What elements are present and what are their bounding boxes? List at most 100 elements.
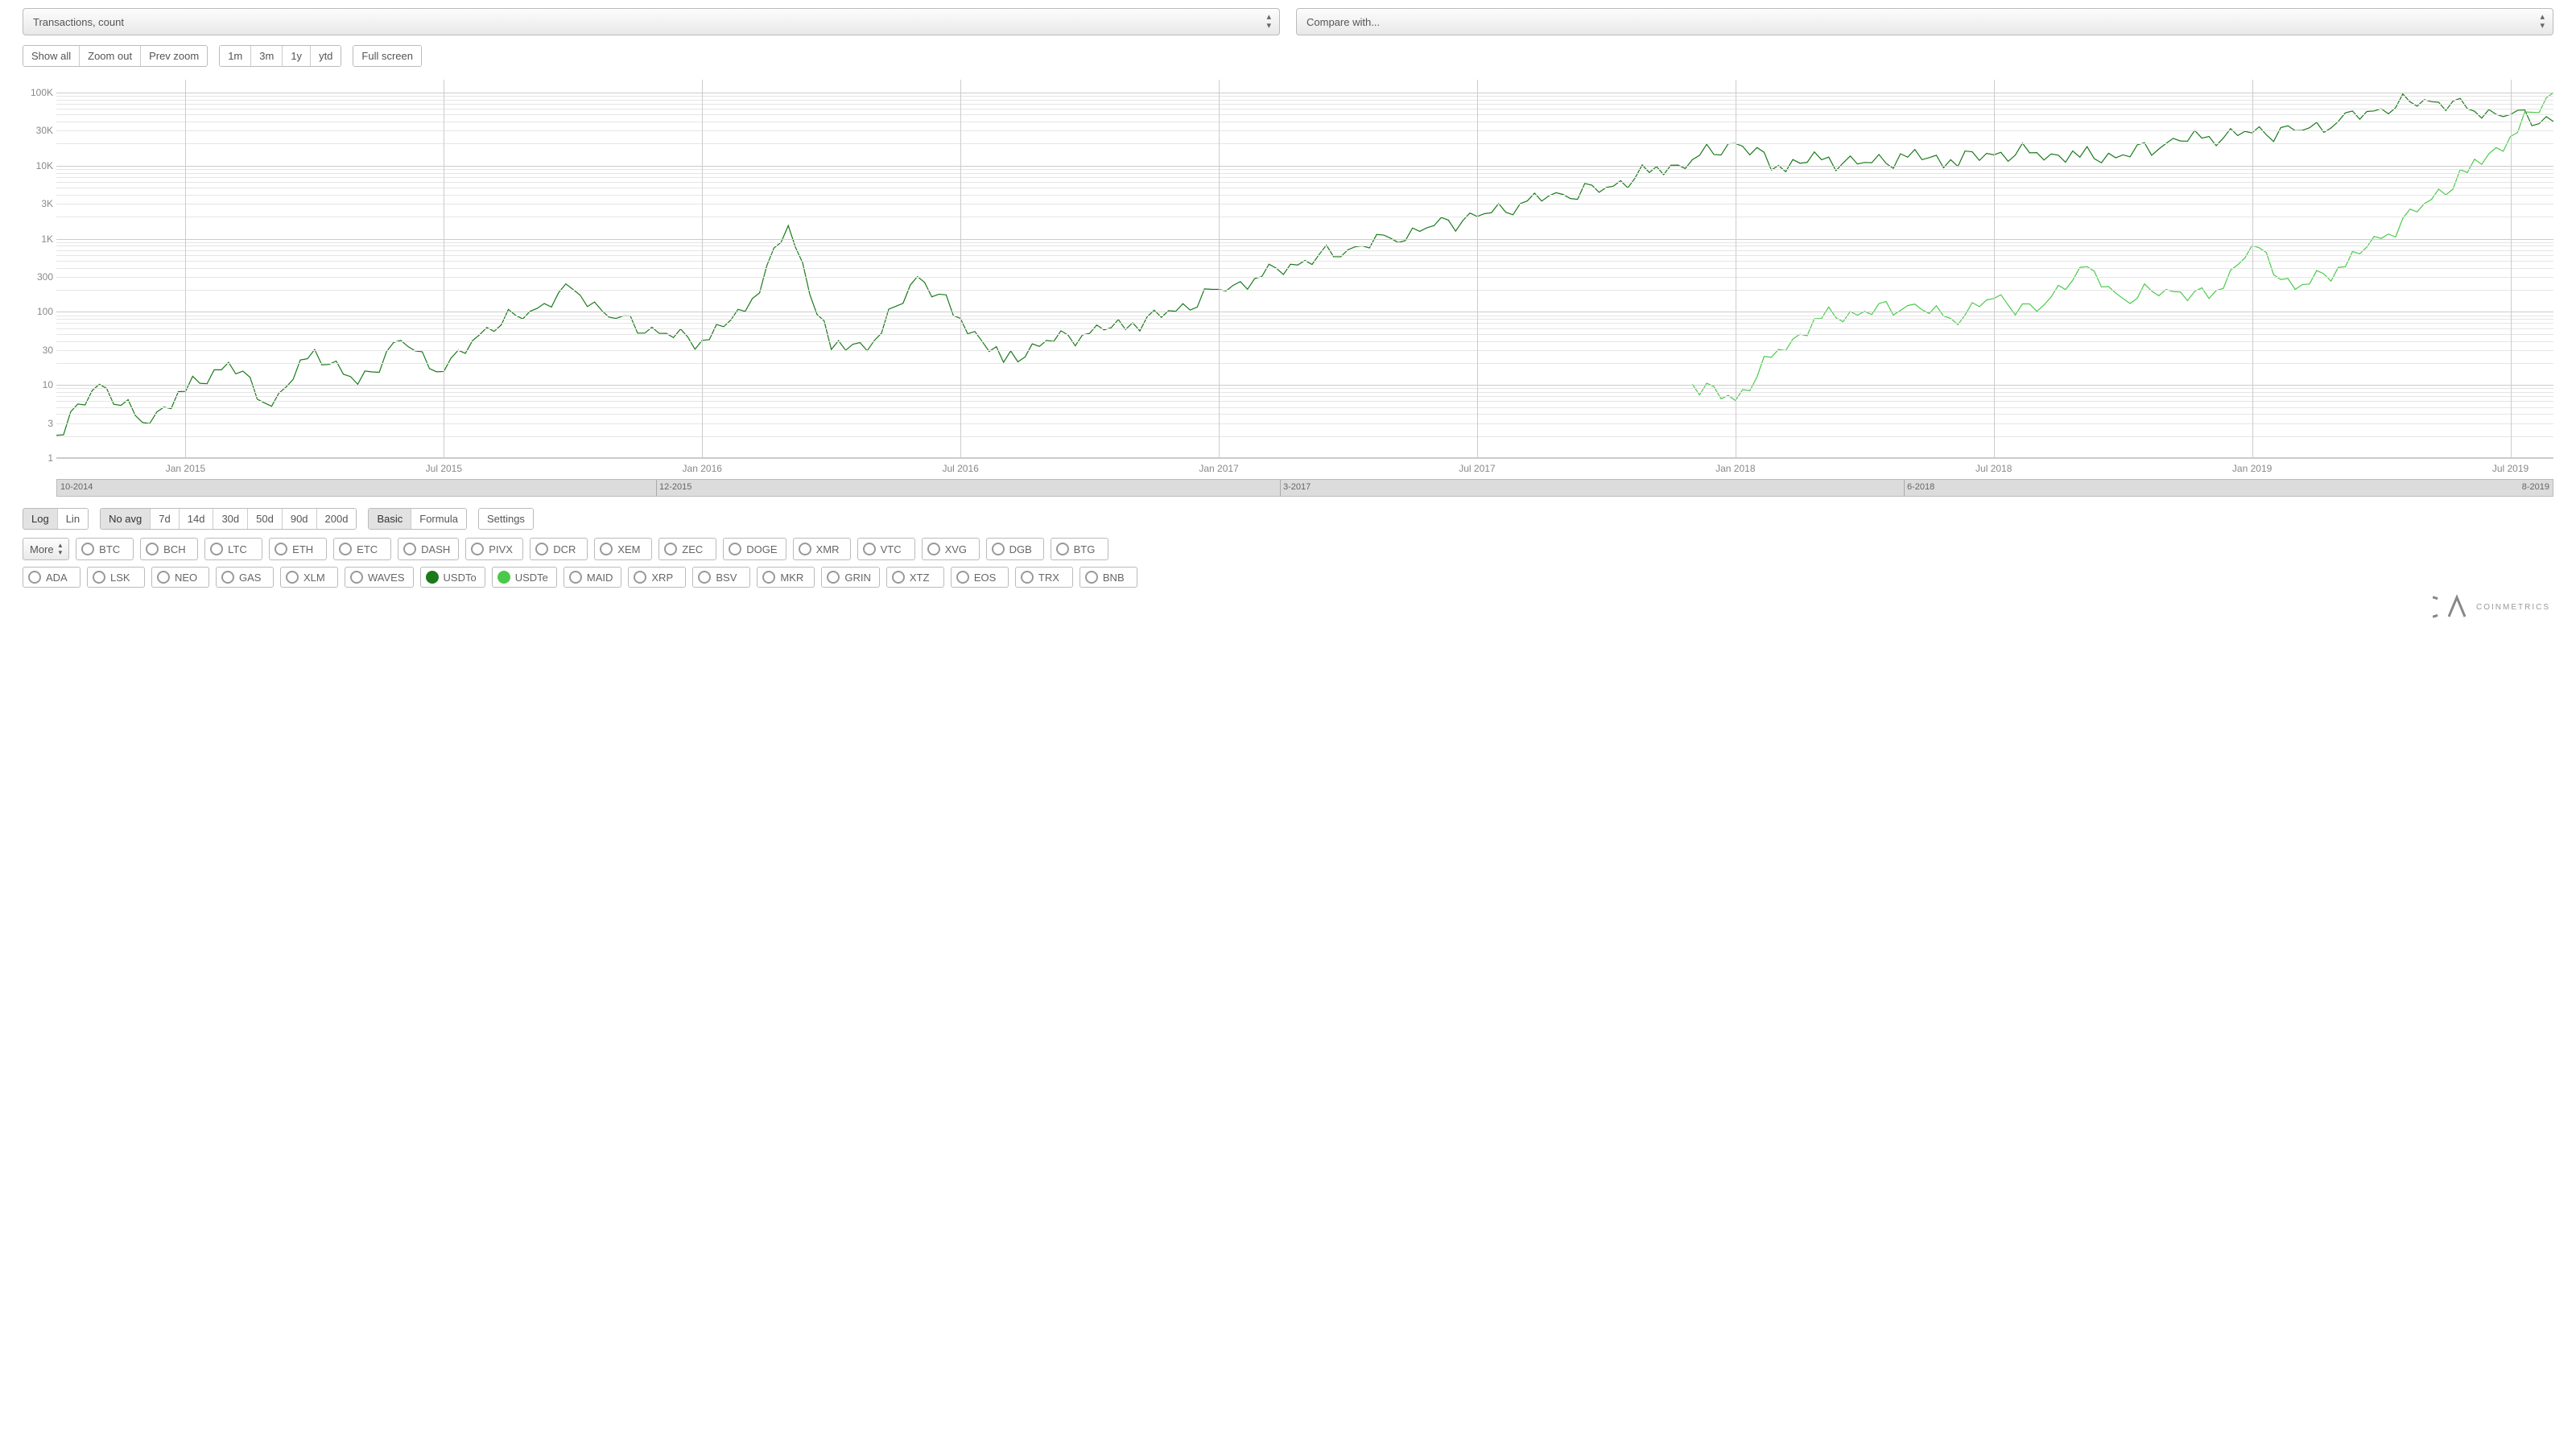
y-tick-label: 1K	[41, 233, 53, 245]
circle-icon	[497, 571, 510, 584]
asset-toggle-dgb[interactable]: DGB	[986, 538, 1044, 560]
circle-icon	[210, 543, 223, 555]
asset-label: TRX	[1038, 572, 1059, 584]
asset-toggle-xlm[interactable]: XLM	[280, 567, 338, 588]
mode-basic-button[interactable]: Basic	[369, 509, 411, 529]
avg-none-button[interactable]: No avg	[101, 509, 151, 529]
x-tick-label: Jul 2019	[2492, 463, 2529, 474]
range-1y-button[interactable]: 1y	[283, 46, 311, 66]
navigator[interactable]: 10-201412-20153-20176-20188-2019	[56, 479, 2553, 497]
avg-90d-button[interactable]: 90d	[283, 509, 317, 529]
circle-icon	[339, 543, 352, 555]
zoom-out-button[interactable]: Zoom out	[80, 46, 141, 66]
scale-lin-button[interactable]: Lin	[58, 509, 88, 529]
avg-30d-button[interactable]: 30d	[213, 509, 248, 529]
navigator-label: 10-2014	[60, 482, 93, 492]
asset-label: ETH	[292, 543, 313, 555]
asset-label: DCR	[553, 543, 576, 555]
asset-label: DGB	[1009, 543, 1032, 555]
circle-icon	[827, 571, 840, 584]
scale-log-button[interactable]: Log	[23, 509, 58, 529]
y-tick-label: 300	[37, 271, 53, 283]
circle-icon	[275, 543, 287, 555]
circle-icon	[634, 571, 646, 584]
chart[interactable]: 1310301003001K3K10K30K100K	[23, 80, 2553, 458]
x-tick-label: Jul 2015	[426, 463, 462, 474]
asset-toggle-bnb[interactable]: BNB	[1080, 567, 1137, 588]
asset-toggle-ltc[interactable]: LTC	[204, 538, 262, 560]
y-tick-label: 30K	[36, 125, 53, 136]
asset-toggle-xem[interactable]: XEM	[594, 538, 652, 560]
coinmetrics-logo-icon	[2433, 594, 2471, 620]
x-axis: Jan 2015Jul 2015Jan 2016Jul 2016Jan 2017…	[56, 461, 2553, 479]
avg-50d-button[interactable]: 50d	[248, 509, 283, 529]
asset-toggle-usdte[interactable]: USDTe	[492, 567, 557, 588]
y-axis: 1310301003001K3K10K30K100K	[23, 80, 56, 458]
asset-toggle-xtz[interactable]: XTZ	[886, 567, 944, 588]
asset-label: GAS	[239, 572, 261, 584]
avg-200d-button[interactable]: 200d	[317, 509, 357, 529]
asset-toggle-vtc[interactable]: VTC	[857, 538, 915, 560]
circle-icon	[535, 543, 548, 555]
asset-toggle-btc[interactable]: BTC	[76, 538, 134, 560]
asset-toggle-dcr[interactable]: DCR	[530, 538, 588, 560]
asset-label: XRP	[651, 572, 673, 584]
circle-icon	[956, 571, 969, 584]
asset-toggle-usdto[interactable]: USDTo	[420, 567, 485, 588]
y-tick-label: 100	[37, 306, 53, 317]
asset-toggle-xrp[interactable]: XRP	[628, 567, 686, 588]
compare-select[interactable]: Compare with... ▴▾	[1296, 8, 2553, 35]
asset-toggle-mkr[interactable]: MKR	[757, 567, 815, 588]
metric-select[interactable]: Transactions, count ▴▾	[23, 8, 1280, 35]
asset-label: VTC	[881, 543, 902, 555]
asset-toggle-etc[interactable]: ETC	[333, 538, 391, 560]
asset-toggle-pivx[interactable]: PIVX	[465, 538, 523, 560]
circle-icon	[28, 571, 41, 584]
asset-toggle-eos[interactable]: EOS	[951, 567, 1009, 588]
asset-toggle-btg[interactable]: BTG	[1051, 538, 1108, 560]
chart-plot[interactable]	[56, 80, 2553, 458]
show-all-button[interactable]: Show all	[23, 46, 80, 66]
y-tick-label: 1	[47, 452, 53, 464]
asset-toggle-grin[interactable]: GRIN	[821, 567, 880, 588]
x-tick-label: Jul 2018	[1975, 463, 2012, 474]
asset-toggle-bsv[interactable]: BSV	[692, 567, 750, 588]
avg-7d-button[interactable]: 7d	[151, 509, 179, 529]
coinmetrics-logo-text: COINMETRICS	[2476, 603, 2550, 612]
asset-toggle-lsk[interactable]: LSK	[87, 567, 145, 588]
asset-toggle-zec[interactable]: ZEC	[658, 538, 716, 560]
avg-14d-button[interactable]: 14d	[180, 509, 214, 529]
asset-label: ETC	[357, 543, 378, 555]
asset-toggle-xmr[interactable]: XMR	[793, 538, 851, 560]
asset-toggle-xvg[interactable]: XVG	[922, 538, 980, 560]
circle-icon	[698, 571, 711, 584]
metric-select-value: Transactions, count	[33, 16, 124, 28]
asset-toggle-maid[interactable]: MAID	[564, 567, 622, 588]
asset-toggle-doge[interactable]: DOGE	[723, 538, 786, 560]
fullscreen-button[interactable]: Full screen	[353, 46, 421, 66]
prev-zoom-button[interactable]: Prev zoom	[141, 46, 207, 66]
chevron-updown-icon: ▴▾	[1266, 13, 1271, 31]
y-tick-label: 100K	[31, 87, 53, 98]
asset-label: DASH	[421, 543, 450, 555]
range-3m-button[interactable]: 3m	[251, 46, 283, 66]
navigator-label: 8-2019	[2522, 482, 2549, 492]
asset-toggle-dash[interactable]: DASH	[398, 538, 459, 560]
circle-icon	[157, 571, 170, 584]
asset-toggle-trx[interactable]: TRX	[1015, 567, 1073, 588]
navigator-label: 3-2017	[1283, 482, 1311, 492]
range-ytd-button[interactable]: ytd	[311, 46, 341, 66]
asset-toggle-bch[interactable]: BCH	[140, 538, 198, 560]
asset-toggle-eth[interactable]: ETH	[269, 538, 327, 560]
mode-formula-button[interactable]: Formula	[411, 509, 466, 529]
asset-toggle-waves[interactable]: WAVES	[345, 567, 414, 588]
x-tick-label: Jul 2016	[942, 463, 978, 474]
y-tick-label: 10K	[36, 160, 53, 171]
asset-toggle-gas[interactable]: GAS	[216, 567, 274, 588]
asset-toggle-ada[interactable]: ADA	[23, 567, 80, 588]
navigator-label: 6-2018	[1907, 482, 1934, 492]
more-assets-button[interactable]: More▴▾	[23, 538, 69, 560]
range-1m-button[interactable]: 1m	[220, 46, 251, 66]
settings-button[interactable]: Settings	[479, 509, 533, 529]
asset-toggle-neo[interactable]: NEO	[151, 567, 209, 588]
